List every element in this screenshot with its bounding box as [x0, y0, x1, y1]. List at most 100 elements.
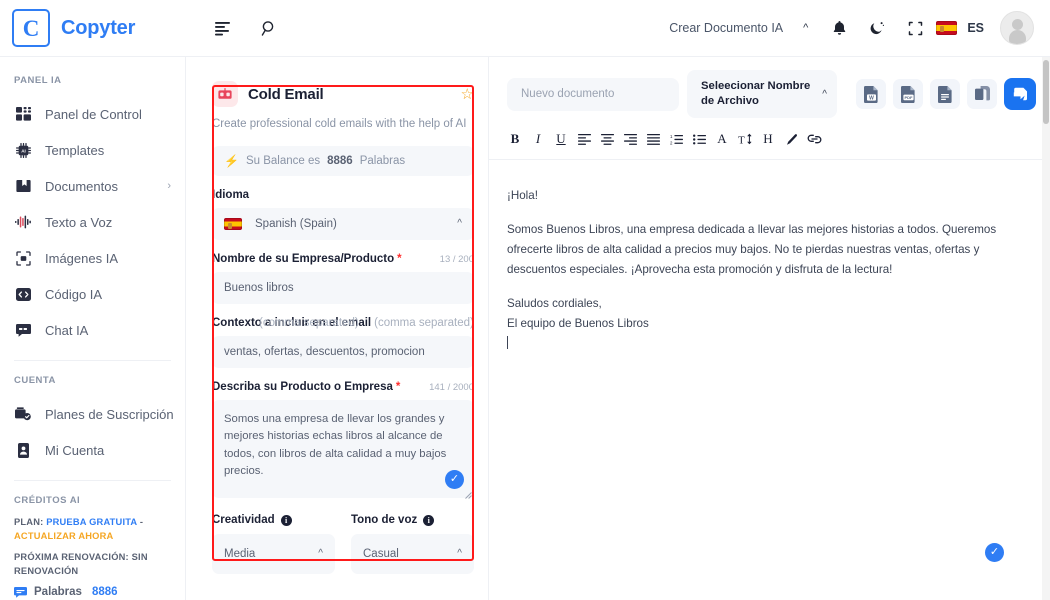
info-icon[interactable]: i — [280, 514, 292, 526]
text-export-icon[interactable] — [930, 79, 960, 109]
svg-text:1: 1 — [670, 134, 673, 139]
sidebar-item-templates[interactable]: AI Templates — [0, 132, 185, 168]
plan-prefix: PLAN: — [14, 517, 44, 527]
folder-icon — [14, 177, 32, 195]
field-label: Idioma — [212, 189, 474, 201]
star-icon[interactable]: ☆ — [461, 85, 474, 103]
page-scrollbar-thumb[interactable] — [1043, 60, 1049, 124]
sidebar-item-codigo-ia[interactable]: Código IA — [0, 276, 185, 312]
chevron-right-icon: › — [167, 180, 171, 192]
language-select-value: Spanish (Spain) — [255, 217, 337, 230]
language-code[interactable]: ES — [967, 21, 984, 35]
moon-icon[interactable] — [860, 11, 894, 45]
document-content[interactable]: ¡Hola! Somos Buenos Libros, una empresa … — [489, 160, 1050, 600]
template-title: Cold Email — [248, 85, 324, 103]
field-label: Contexto a incluir en el email (comma se… — [212, 317, 474, 329]
sidebar-item-label: Imágenes IA — [45, 250, 118, 266]
file-name-select-label: Seleecionar Nombre de Archivo — [701, 80, 811, 107]
file-name-select[interactable]: Seleecionar Nombre de Archivo ^ — [687, 70, 837, 118]
ordered-list-icon[interactable]: 12 — [666, 128, 686, 150]
creativity-tone-row: Creatividad i Media ^ Tono de voz i Casu… — [212, 514, 474, 574]
context-input[interactable]: ventas, ofertas, descuentos, promocion — [212, 335, 474, 368]
tone-select[interactable]: Casual ^ — [351, 533, 474, 574]
menu-icon[interactable] — [206, 11, 240, 45]
describe-textarea[interactable]: Somos una empresa de llevar los grandes … — [212, 399, 474, 499]
sidebar-item-label: Panel de Control — [45, 106, 142, 122]
heading-icon[interactable]: H — [758, 128, 778, 150]
resize-handle[interactable] — [463, 488, 472, 499]
creativity-select[interactable]: Media ^ — [212, 533, 335, 574]
camera-icon — [14, 249, 32, 267]
sidebar-item-planes-de-suscripcion[interactable]: Planes de Suscripción — [0, 396, 185, 432]
field-tone: Tono de voz i Casual ^ — [351, 514, 474, 574]
sidebar-item-texto-a-voz[interactable]: Texto a Voz — [0, 204, 185, 240]
save-document-icon[interactable] — [1004, 78, 1036, 110]
highlight-pen-icon[interactable] — [781, 128, 801, 150]
subscription-icon — [14, 405, 32, 423]
sidebar-item-label: Chat IA — [45, 322, 89, 338]
id-card-icon — [14, 441, 32, 459]
search-icon[interactable] — [252, 11, 286, 45]
sidebar-item-label: Documentos — [45, 178, 118, 194]
underline-icon[interactable]: U — [551, 128, 571, 150]
svg-text:2: 2 — [670, 140, 673, 145]
align-center-icon[interactable] — [597, 128, 617, 150]
code-icon — [14, 285, 32, 303]
info-icon[interactable]: i — [423, 514, 435, 526]
template-header: Cold Email ☆ — [212, 69, 474, 107]
required-marker: * — [397, 252, 402, 265]
language-select[interactable]: Spanish (Spain) ^ — [212, 207, 474, 240]
sidebar-item-chat-ia[interactable]: Chat IA — [0, 312, 185, 348]
sidebar-item-documentos[interactable]: Documentos › — [0, 168, 185, 204]
avatar[interactable] — [1000, 11, 1034, 45]
pdf-export-icon[interactable]: PDF — [893, 79, 923, 109]
creativity-label: Creatividad — [212, 513, 275, 526]
document-name-input[interactable]: Nuevo documento — [507, 77, 679, 111]
copy-icon[interactable] — [967, 79, 997, 109]
word-export-icon[interactable]: W — [856, 79, 886, 109]
align-justify-icon[interactable] — [643, 128, 663, 150]
unordered-list-icon[interactable] — [689, 128, 709, 150]
sidebar-item-panel-de-control[interactable]: Panel de Control — [0, 96, 185, 132]
font-family-icon[interactable]: A — [712, 128, 732, 150]
chevron-up-icon[interactable]: ^ — [793, 22, 818, 34]
link-icon[interactable] — [804, 128, 824, 150]
chevron-up-icon: ^ — [822, 88, 827, 100]
context-input-value: ventas, ofertas, descuentos, promocion — [224, 345, 425, 358]
align-left-icon[interactable] — [574, 128, 594, 150]
idioma-label: Idioma — [212, 188, 250, 201]
field-label: Describa su Producto o Empresa * 141 / 20… — [212, 381, 474, 393]
page-scrollbar-track[interactable] — [1042, 57, 1050, 600]
describe-counter: 141 / 2000 — [429, 381, 474, 393]
sidebar-divider — [14, 360, 171, 361]
check-circle-icon[interactable]: ✓ — [985, 543, 1004, 562]
plan-upgrade-link[interactable]: ACTUALIZAR AHORA — [14, 531, 113, 541]
template-description: Create professional cold emails with the… — [212, 118, 467, 130]
chevron-up-icon: ^ — [318, 548, 323, 560]
sidebar-item-mi-cuenta[interactable]: Mi Cuenta — [0, 432, 185, 468]
brand-name: Copyter — [61, 16, 136, 39]
company-input[interactable]: Buenos libros — [212, 271, 474, 304]
balance-suffix: Palabras — [359, 154, 406, 167]
field-creativity: Creatividad i Media ^ — [212, 514, 335, 574]
bold-icon[interactable]: B — [505, 128, 525, 150]
bell-icon[interactable] — [822, 11, 856, 45]
align-right-icon[interactable] — [620, 128, 640, 150]
italic-icon[interactable]: I — [528, 128, 548, 150]
context-hint: (comma separated) — [374, 316, 474, 329]
plan-dash: - — [139, 517, 144, 527]
sidebar-item-imagenes-ia[interactable]: Imágenes IA — [0, 240, 185, 276]
doc-signoff: Saludos cordiales, — [507, 296, 602, 310]
balance-banner: ⚡ Su Balance es 8886 Palabras — [212, 145, 474, 176]
editor-format-toolbar: B I U 12 A T H — [489, 118, 1050, 150]
svg-text:W: W — [869, 95, 874, 101]
svg-text:PDF: PDF — [904, 94, 913, 99]
template-form-panel: Cold Email ☆ Create professional cold em… — [186, 57, 488, 600]
create-document-button[interactable]: Crear Documento IA — [663, 21, 789, 35]
brand-logo[interactable]: C Copyter — [12, 9, 190, 47]
flag-spain-icon — [936, 21, 958, 35]
chevron-up-icon: ^ — [457, 548, 462, 560]
font-size-icon[interactable]: T — [735, 128, 755, 150]
compress-icon[interactable] — [898, 11, 932, 45]
doc-signature: El equipo de Buenos Libros — [507, 316, 649, 330]
